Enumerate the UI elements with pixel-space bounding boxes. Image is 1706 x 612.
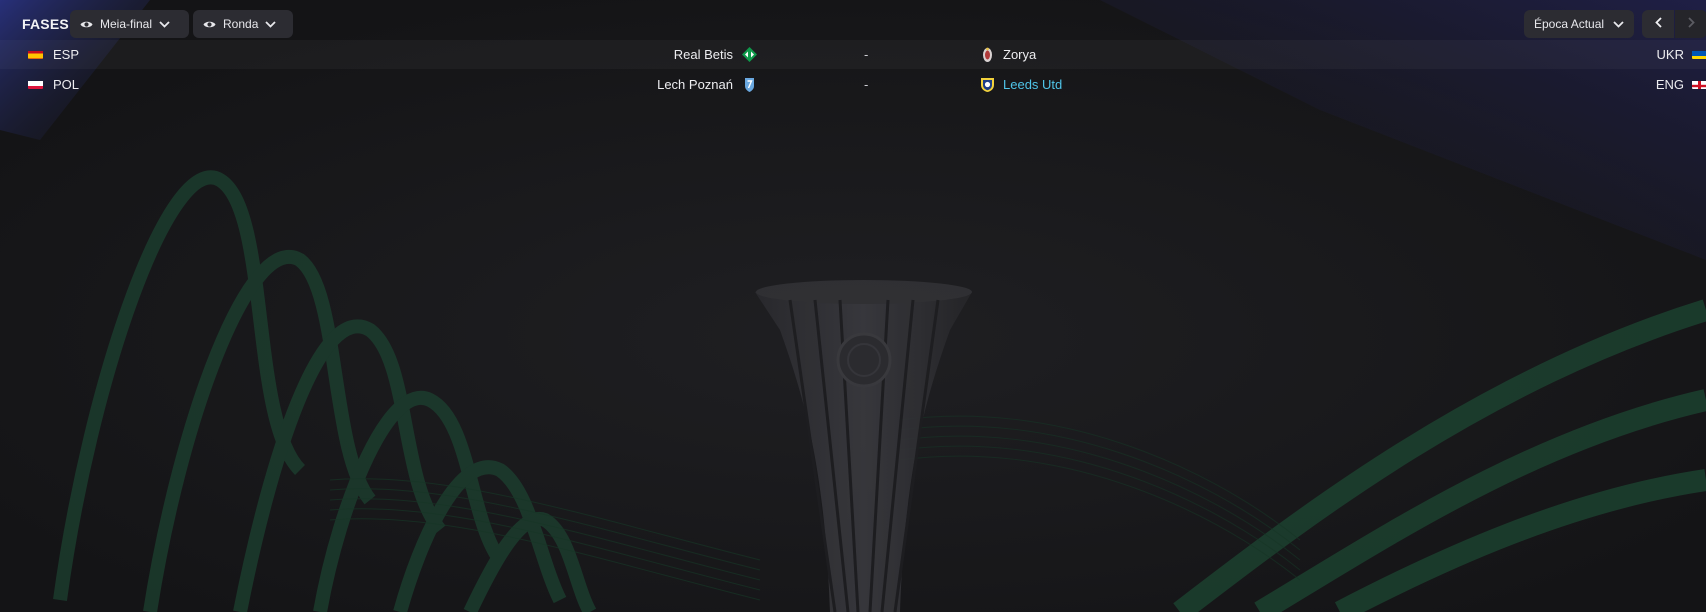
away-nation: ENG <box>1655 77 1684 92</box>
phase-dropdown[interactable]: Meia-final <box>70 10 189 38</box>
chevron-down-icon <box>265 20 277 28</box>
real-betis-crest-icon <box>741 46 758 63</box>
previous-season-button[interactable] <box>1642 10 1674 38</box>
chevron-right-icon <box>1687 15 1695 33</box>
competition-stages-screen: FASES Meia-final Ronda Época Actual ESP … <box>0 0 1706 612</box>
zorya-crest-icon <box>979 46 996 63</box>
chevron-down-icon <box>159 20 170 28</box>
home-team-name[interactable]: Lech Poznań <box>657 77 733 92</box>
match-score: - <box>864 47 869 62</box>
round-dropdown[interactable]: Ronda <box>193 10 293 38</box>
home-nation: ESP <box>53 47 80 62</box>
eye-icon <box>203 20 216 29</box>
stages-label: FASES <box>22 16 69 32</box>
england-flag-icon <box>1692 79 1706 89</box>
lech-poznan-crest-icon <box>741 76 758 93</box>
fixture-row[interactable]: POL Lech Poznań - Leeds Utd ENG <box>0 70 1706 99</box>
season-dropdown[interactable]: Época Actual <box>1524 10 1634 38</box>
season-dropdown-value: Época Actual <box>1534 17 1605 31</box>
home-nation: POL <box>53 77 80 92</box>
chevron-down-icon <box>1613 20 1624 28</box>
away-nation: UKR <box>1656 47 1684 62</box>
away-team-name[interactable]: Zorya <box>1003 47 1036 62</box>
poland-flag-icon <box>28 79 43 89</box>
fixture-row[interactable]: ESP Real Betis - Zorya UKR <box>0 40 1706 69</box>
spain-flag-icon <box>28 49 43 59</box>
next-season-button[interactable] <box>1675 10 1706 38</box>
away-team-name[interactable]: Leeds Utd <box>1003 77 1062 92</box>
home-team-name[interactable]: Real Betis <box>674 47 733 62</box>
ukraine-flag-icon <box>1692 49 1706 59</box>
match-score: - <box>864 77 869 92</box>
chevron-left-icon <box>1654 15 1662 33</box>
eye-icon <box>80 20 93 29</box>
round-dropdown-value: Ronda <box>223 17 259 31</box>
phase-dropdown-value: Meia-final <box>100 17 153 31</box>
leeds-united-crest-icon <box>979 76 996 93</box>
